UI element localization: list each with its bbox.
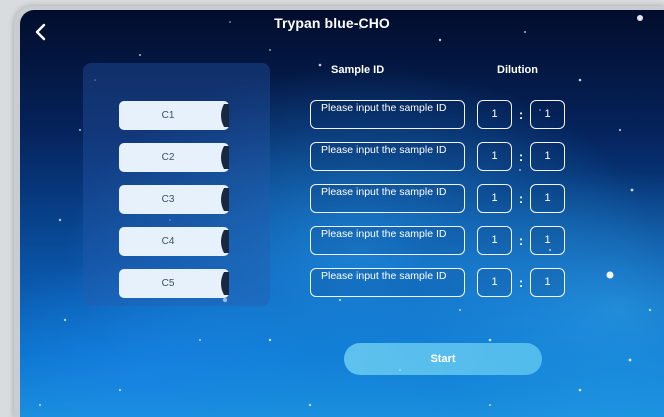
chamber-button-c5[interactable]: C5 bbox=[119, 269, 229, 298]
sample-id-input-1[interactable]: Please input the sample ID bbox=[310, 100, 465, 129]
chamber-indicator-icon bbox=[221, 230, 229, 253]
dilution-separator: : bbox=[518, 191, 524, 206]
chamber-label: C4 bbox=[161, 236, 175, 247]
dilution-numerator-input-4[interactable]: 1 bbox=[477, 226, 512, 255]
sample-id-input-2[interactable]: Please input the sample ID bbox=[310, 142, 465, 171]
chamber-label: C1 bbox=[161, 110, 175, 121]
dilution-numerator-input-3[interactable]: 1 bbox=[477, 184, 512, 213]
chamber-label: C2 bbox=[161, 152, 175, 163]
sample-id-input-3[interactable]: Please input the sample ID bbox=[310, 184, 465, 213]
dilution-denominator-input-5[interactable]: 1 bbox=[530, 268, 565, 297]
chamber-indicator-icon bbox=[221, 104, 229, 127]
dilution-denominator-input-1[interactable]: 1 bbox=[530, 100, 565, 129]
chamber-indicator-icon bbox=[221, 146, 229, 169]
start-button[interactable]: Start bbox=[344, 343, 542, 375]
dilution-separator: : bbox=[518, 149, 524, 164]
dilution-denominator-input-4[interactable]: 1 bbox=[530, 226, 565, 255]
sample-id-header: Sample ID bbox=[331, 64, 385, 76]
page-title: Trypan blue-CHO bbox=[274, 15, 390, 31]
chamber-label: C5 bbox=[161, 278, 175, 289]
dilution-denominator-input-3[interactable]: 1 bbox=[530, 184, 565, 213]
chamber-label: C3 bbox=[161, 194, 175, 205]
dilution-denominator-input-2[interactable]: 1 bbox=[530, 142, 565, 171]
chamber-button-c4[interactable]: C4 bbox=[119, 227, 229, 256]
dilution-header: Dilution bbox=[497, 64, 538, 76]
dilution-separator: : bbox=[518, 107, 524, 122]
dilution-numerator-input-1[interactable]: 1 bbox=[477, 100, 512, 129]
chamber-button-c3[interactable]: C3 bbox=[119, 185, 229, 214]
chamber-indicator-icon bbox=[221, 188, 229, 211]
sample-id-input-4[interactable]: Please input the sample ID bbox=[310, 226, 465, 255]
dilution-separator: : bbox=[518, 233, 524, 248]
dilution-separator: : bbox=[518, 275, 524, 290]
chamber-indicator-icon bbox=[221, 272, 229, 295]
chamber-button-c2[interactable]: C2 bbox=[119, 143, 229, 172]
dilution-numerator-input-5[interactable]: 1 bbox=[477, 268, 512, 297]
chamber-button-c1[interactable]: C1 bbox=[119, 101, 229, 130]
sample-id-input-5[interactable]: Please input the sample ID bbox=[310, 268, 465, 297]
dilution-numerator-input-2[interactable]: 1 bbox=[477, 142, 512, 171]
